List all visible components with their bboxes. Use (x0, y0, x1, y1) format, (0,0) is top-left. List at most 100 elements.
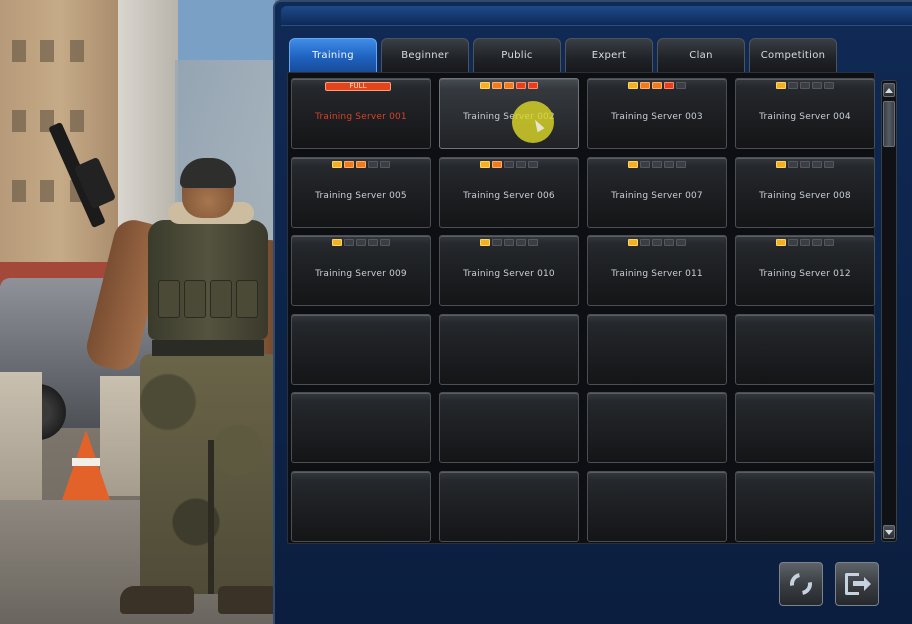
vest-pouch (210, 280, 232, 318)
load-segment (664, 239, 674, 247)
server-tile[interactable]: Training Server 010 (439, 235, 579, 307)
server-name: Training Server 003 (611, 112, 703, 122)
empty-server-slot (587, 470, 727, 542)
load-segment (332, 239, 342, 247)
server-tile[interactable]: Training Server 004 (735, 78, 875, 149)
server-tile[interactable]: FULL Training Server 001 (291, 78, 431, 149)
empty-server-slot (439, 313, 579, 385)
server-tile[interactable]: Training Server 005 (291, 156, 431, 228)
load-segment (516, 239, 526, 247)
server-name: Training Server 005 (315, 190, 407, 201)
scroll-down-button[interactable] (883, 525, 895, 539)
tab-public[interactable]: Public (473, 38, 561, 72)
load-segment (676, 160, 686, 168)
server-tile[interactable]: Training Server 009 (291, 235, 431, 307)
server-tile[interactable]: Training Server 006 (439, 156, 579, 228)
server-load-meter (588, 239, 726, 247)
server-tile[interactable]: Training Server 008 (735, 156, 875, 228)
tab-expert[interactable]: Expert (565, 38, 653, 72)
refresh-icon (785, 568, 817, 600)
server-load-meter (440, 239, 578, 247)
empty-server-slot (291, 313, 431, 385)
server-load-meter (292, 160, 430, 168)
server-name: Training Server 011 (611, 269, 703, 280)
server-tile[interactable]: Training Server 007 (587, 156, 727, 228)
load-segment (368, 239, 378, 247)
vest-pouch (158, 280, 180, 318)
load-segment (788, 239, 798, 247)
load-segment (652, 239, 662, 247)
server-load-meter (440, 160, 578, 168)
load-segment (664, 82, 674, 89)
empty-server-slot (587, 392, 727, 464)
vest-pouch (184, 280, 206, 318)
load-segment (812, 82, 822, 89)
load-segment (368, 160, 378, 168)
load-segment (528, 160, 538, 168)
tab-clan[interactable]: Clan (657, 38, 745, 72)
load-segment (380, 239, 390, 247)
load-segment (628, 239, 638, 247)
server-list: FULL Training Server 001 Training Server 0… (287, 72, 875, 544)
soldier-belt (152, 340, 264, 356)
load-segment (480, 239, 490, 247)
load-segment (640, 239, 650, 247)
load-segment (492, 82, 502, 89)
empty-server-slot (439, 470, 579, 542)
server-name: Training Server 010 (463, 269, 555, 280)
tab-beginner[interactable]: Beginner (381, 38, 469, 72)
load-segment (480, 160, 490, 168)
panel-title-bar (281, 6, 912, 26)
server-name: Training Server 002 (463, 112, 555, 122)
scroll-up-button[interactable] (883, 83, 895, 97)
empty-server-slot (587, 313, 727, 385)
load-segment (628, 82, 638, 89)
load-segment (492, 239, 502, 247)
server-name: Training Server 004 (759, 112, 851, 122)
load-segment (516, 82, 526, 89)
tab-training[interactable]: Training (289, 38, 377, 72)
arrow-down-icon (885, 529, 893, 535)
load-segment (528, 239, 538, 247)
server-tile[interactable]: Training Server 002 (439, 78, 579, 149)
load-segment (628, 160, 638, 168)
soldier-boot-left (120, 586, 194, 614)
server-name: Training Server 001 (315, 112, 407, 122)
server-name: Training Server 008 (759, 190, 851, 201)
load-segment (812, 160, 822, 168)
empty-server-slot (735, 392, 875, 464)
server-browser-panel: Training Beginner Public Expert Clan Competit… (273, 0, 912, 624)
server-list-scrollbar[interactable] (881, 80, 897, 542)
server-tile[interactable]: Training Server 011 (587, 235, 727, 307)
empty-server-slot (735, 313, 875, 385)
server-grid: FULL Training Server 001 Training Server 0… (291, 78, 875, 542)
load-segment (332, 160, 342, 168)
load-segment (492, 160, 502, 168)
server-name: Training Server 007 (611, 190, 703, 201)
empty-server-slot (291, 392, 431, 464)
soldier-beanie (180, 158, 236, 188)
load-segment (504, 160, 514, 168)
server-tile[interactable]: Training Server 003 (587, 78, 727, 149)
load-segment (528, 82, 538, 89)
server-tile[interactable]: Training Server 012 (735, 235, 875, 307)
refresh-button[interactable] (779, 562, 823, 606)
load-segment (676, 239, 686, 247)
server-load-meter (736, 239, 874, 247)
load-segment (640, 82, 650, 89)
load-segment (480, 82, 490, 89)
load-segment (344, 160, 354, 168)
scroll-thumb[interactable] (883, 101, 895, 147)
load-segment (812, 239, 822, 247)
exit-door-icon (845, 573, 871, 595)
load-segment (776, 82, 786, 89)
sky (175, 0, 275, 60)
exit-button[interactable] (835, 562, 879, 606)
load-segment (800, 239, 810, 247)
load-segment (652, 160, 662, 168)
server-load-meter (588, 160, 726, 168)
load-segment (640, 160, 650, 168)
vest-pouch (236, 280, 258, 318)
load-segment (504, 82, 514, 89)
tab-competition[interactable]: Competition (749, 38, 837, 72)
